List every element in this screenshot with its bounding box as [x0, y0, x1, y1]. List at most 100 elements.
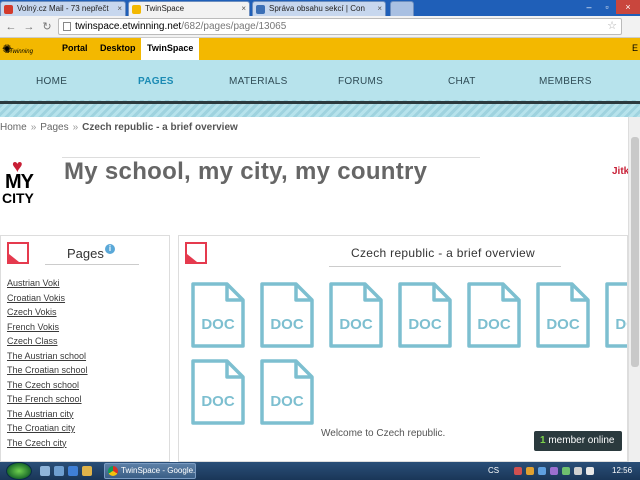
page-link-austrian-voki[interactable]: Austrian Voki	[7, 278, 88, 293]
breadcrumb-home[interactable]: Home	[0, 122, 27, 133]
doc-shape	[260, 282, 314, 348]
doc-file-icon[interactable]: DOC	[467, 282, 521, 348]
doc-label: DOC	[201, 316, 235, 333]
nav-members[interactable]: MEMBERS	[539, 76, 592, 87]
language-indicator[interactable]: CS	[488, 466, 499, 475]
doc-file-icon[interactable]: DOC	[329, 282, 383, 348]
volume-icon[interactable]	[586, 467, 594, 475]
page-link-croatian-school[interactable]: The Croatian school	[7, 365, 88, 380]
minimize-icon[interactable]: –	[580, 0, 598, 14]
doc-label: DOC	[270, 393, 304, 410]
close-tab-icon[interactable]: ×	[241, 4, 246, 13]
reload-icon[interactable]: ↻	[40, 20, 54, 34]
page-link-croatian-city[interactable]: The Croatian city	[7, 423, 88, 438]
nav-pages[interactable]: PAGES	[138, 76, 174, 87]
members-online-label: member online	[548, 435, 615, 446]
nav-chat[interactable]: CHAT	[448, 76, 476, 87]
doc-shape	[536, 282, 590, 348]
browser-tab-content-admin[interactable]: Správa obsahu sekcí | Con ×	[252, 1, 386, 16]
doc-label: DOC	[201, 393, 235, 410]
portal-link[interactable]: Portal	[62, 43, 88, 53]
content-panel: Czech republic - a brief overview DOC DOC…	[178, 235, 628, 462]
close-tab-icon[interactable]: ×	[117, 4, 122, 13]
doc-label: DOC	[408, 316, 442, 333]
doc-file-icon[interactable]: DOC	[260, 282, 314, 348]
members-online-count: 1	[540, 435, 546, 446]
pages-panel-title: Pages	[67, 246, 104, 261]
etwinning-logo-text: eTwinning	[6, 49, 33, 55]
nav-divider	[0, 101, 640, 104]
etwinning-right-link[interactable]: E	[632, 43, 638, 53]
breadcrumb: Home» Pages» Czech republic - a brief over…	[0, 122, 238, 133]
doc-label: DOC	[339, 316, 373, 333]
doc-file-icon[interactable]: DOC	[398, 282, 452, 348]
taskbar-chrome-window[interactable]: TwinSpace - Google...	[104, 463, 196, 479]
chrome-icon	[108, 466, 118, 476]
ie-icon[interactable]	[68, 466, 78, 476]
user-name[interactable]: Jitk	[612, 166, 629, 177]
desktop-link[interactable]: Desktop	[100, 43, 136, 53]
content-title: Czech republic - a brief overview	[351, 246, 535, 260]
page-link-french-school[interactable]: The French school	[7, 394, 88, 409]
close-window-icon[interactable]: ×	[616, 0, 640, 14]
members-online-badge[interactable]: 1 member online	[534, 431, 622, 451]
welcome-text: Welcome to Czech republic.	[321, 428, 446, 439]
tray-icon[interactable]	[550, 467, 558, 475]
close-tab-icon[interactable]: ×	[377, 4, 382, 13]
url-path: /682/pages/page/13065	[181, 21, 287, 32]
network-icon[interactable]	[574, 467, 582, 475]
page-scrollbar[interactable]	[628, 117, 640, 462]
page-link-czech-vokis[interactable]: Czech Vokis	[7, 307, 88, 322]
windows-taskbar: TwinSpace - Google... CS 12:56	[0, 462, 640, 480]
doc-label: DOC	[477, 316, 511, 333]
tray-icon[interactable]	[562, 467, 570, 475]
pages-panel: Pages i Austrian Voki Croatian Vokis Cze…	[0, 235, 170, 462]
pages-divider	[45, 264, 139, 265]
nav-home[interactable]: HOME	[36, 76, 67, 87]
twinspace-link[interactable]: TwinSpace	[141, 38, 200, 60]
back-arrow-icon[interactable]: ←	[4, 20, 18, 34]
page-link-czech-school[interactable]: The Czech school	[7, 380, 88, 395]
doc-file-icon[interactable]: DOC	[191, 359, 245, 425]
logo-word-city: CITY	[2, 190, 34, 206]
etwinning-logo[interactable]: ✺ eTwinning	[2, 41, 54, 57]
tray-icon[interactable]	[526, 467, 534, 475]
page-link-french-vokis[interactable]: French Vokis	[7, 322, 88, 337]
taskbar-task-label: TwinSpace - Google...	[121, 466, 196, 475]
folder-icon[interactable]	[82, 466, 92, 476]
doc-shape	[191, 282, 245, 348]
doc-label: DOC	[615, 316, 627, 333]
doc-shape	[329, 282, 383, 348]
browser-tab-mail[interactable]: Volný.cz Mail - 73 nepřečt ×	[0, 1, 126, 16]
page-link-austrian-school[interactable]: The Austrian school	[7, 351, 88, 366]
show-desktop-icon[interactable]	[40, 466, 50, 476]
doc-label: DOC	[270, 316, 304, 333]
doc-file-icon[interactable]: DOC	[605, 282, 627, 348]
page-link-czech-city[interactable]: The Czech city	[7, 438, 88, 453]
doc-file-icon[interactable]: DOC	[191, 282, 245, 348]
doc-file-icon[interactable]: DOC	[260, 359, 314, 425]
scrollbar-thumb[interactable]	[631, 137, 639, 367]
site-title: My school, my city, my country	[64, 158, 428, 185]
page-link-czech-class[interactable]: Czech Class	[7, 336, 88, 351]
browser-tab-twinspace[interactable]: TwinSpace ×	[128, 1, 250, 16]
breadcrumb-pages[interactable]: Pages	[40, 122, 68, 133]
address-bar-input[interactable]: twinspace.etwinning.net/682/pages/page/1…	[58, 18, 622, 35]
page-link-croatian-vokis[interactable]: Croatian Vokis	[7, 293, 88, 308]
new-tab-button[interactable]	[390, 1, 414, 16]
tray-icon[interactable]	[514, 467, 522, 475]
twinspace-favicon-icon	[132, 5, 141, 14]
doc-file-icon[interactable]: DOC	[536, 282, 590, 348]
page-link-austrian-city[interactable]: The Austrian city	[7, 409, 88, 424]
info-icon[interactable]: i	[105, 244, 115, 254]
mail-favicon-icon	[4, 5, 13, 14]
doc-shape	[260, 359, 314, 425]
maximize-icon[interactable]: ▫	[598, 0, 616, 14]
explorer-icon[interactable]	[54, 466, 64, 476]
nav-materials[interactable]: MATERIALS	[229, 76, 288, 87]
start-button[interactable]	[6, 462, 32, 480]
forward-arrow-icon[interactable]: →	[22, 20, 36, 34]
bookmark-star-icon[interactable]: ☆	[607, 19, 617, 34]
nav-forums[interactable]: FORUMS	[338, 76, 383, 87]
tray-icon[interactable]	[538, 467, 546, 475]
